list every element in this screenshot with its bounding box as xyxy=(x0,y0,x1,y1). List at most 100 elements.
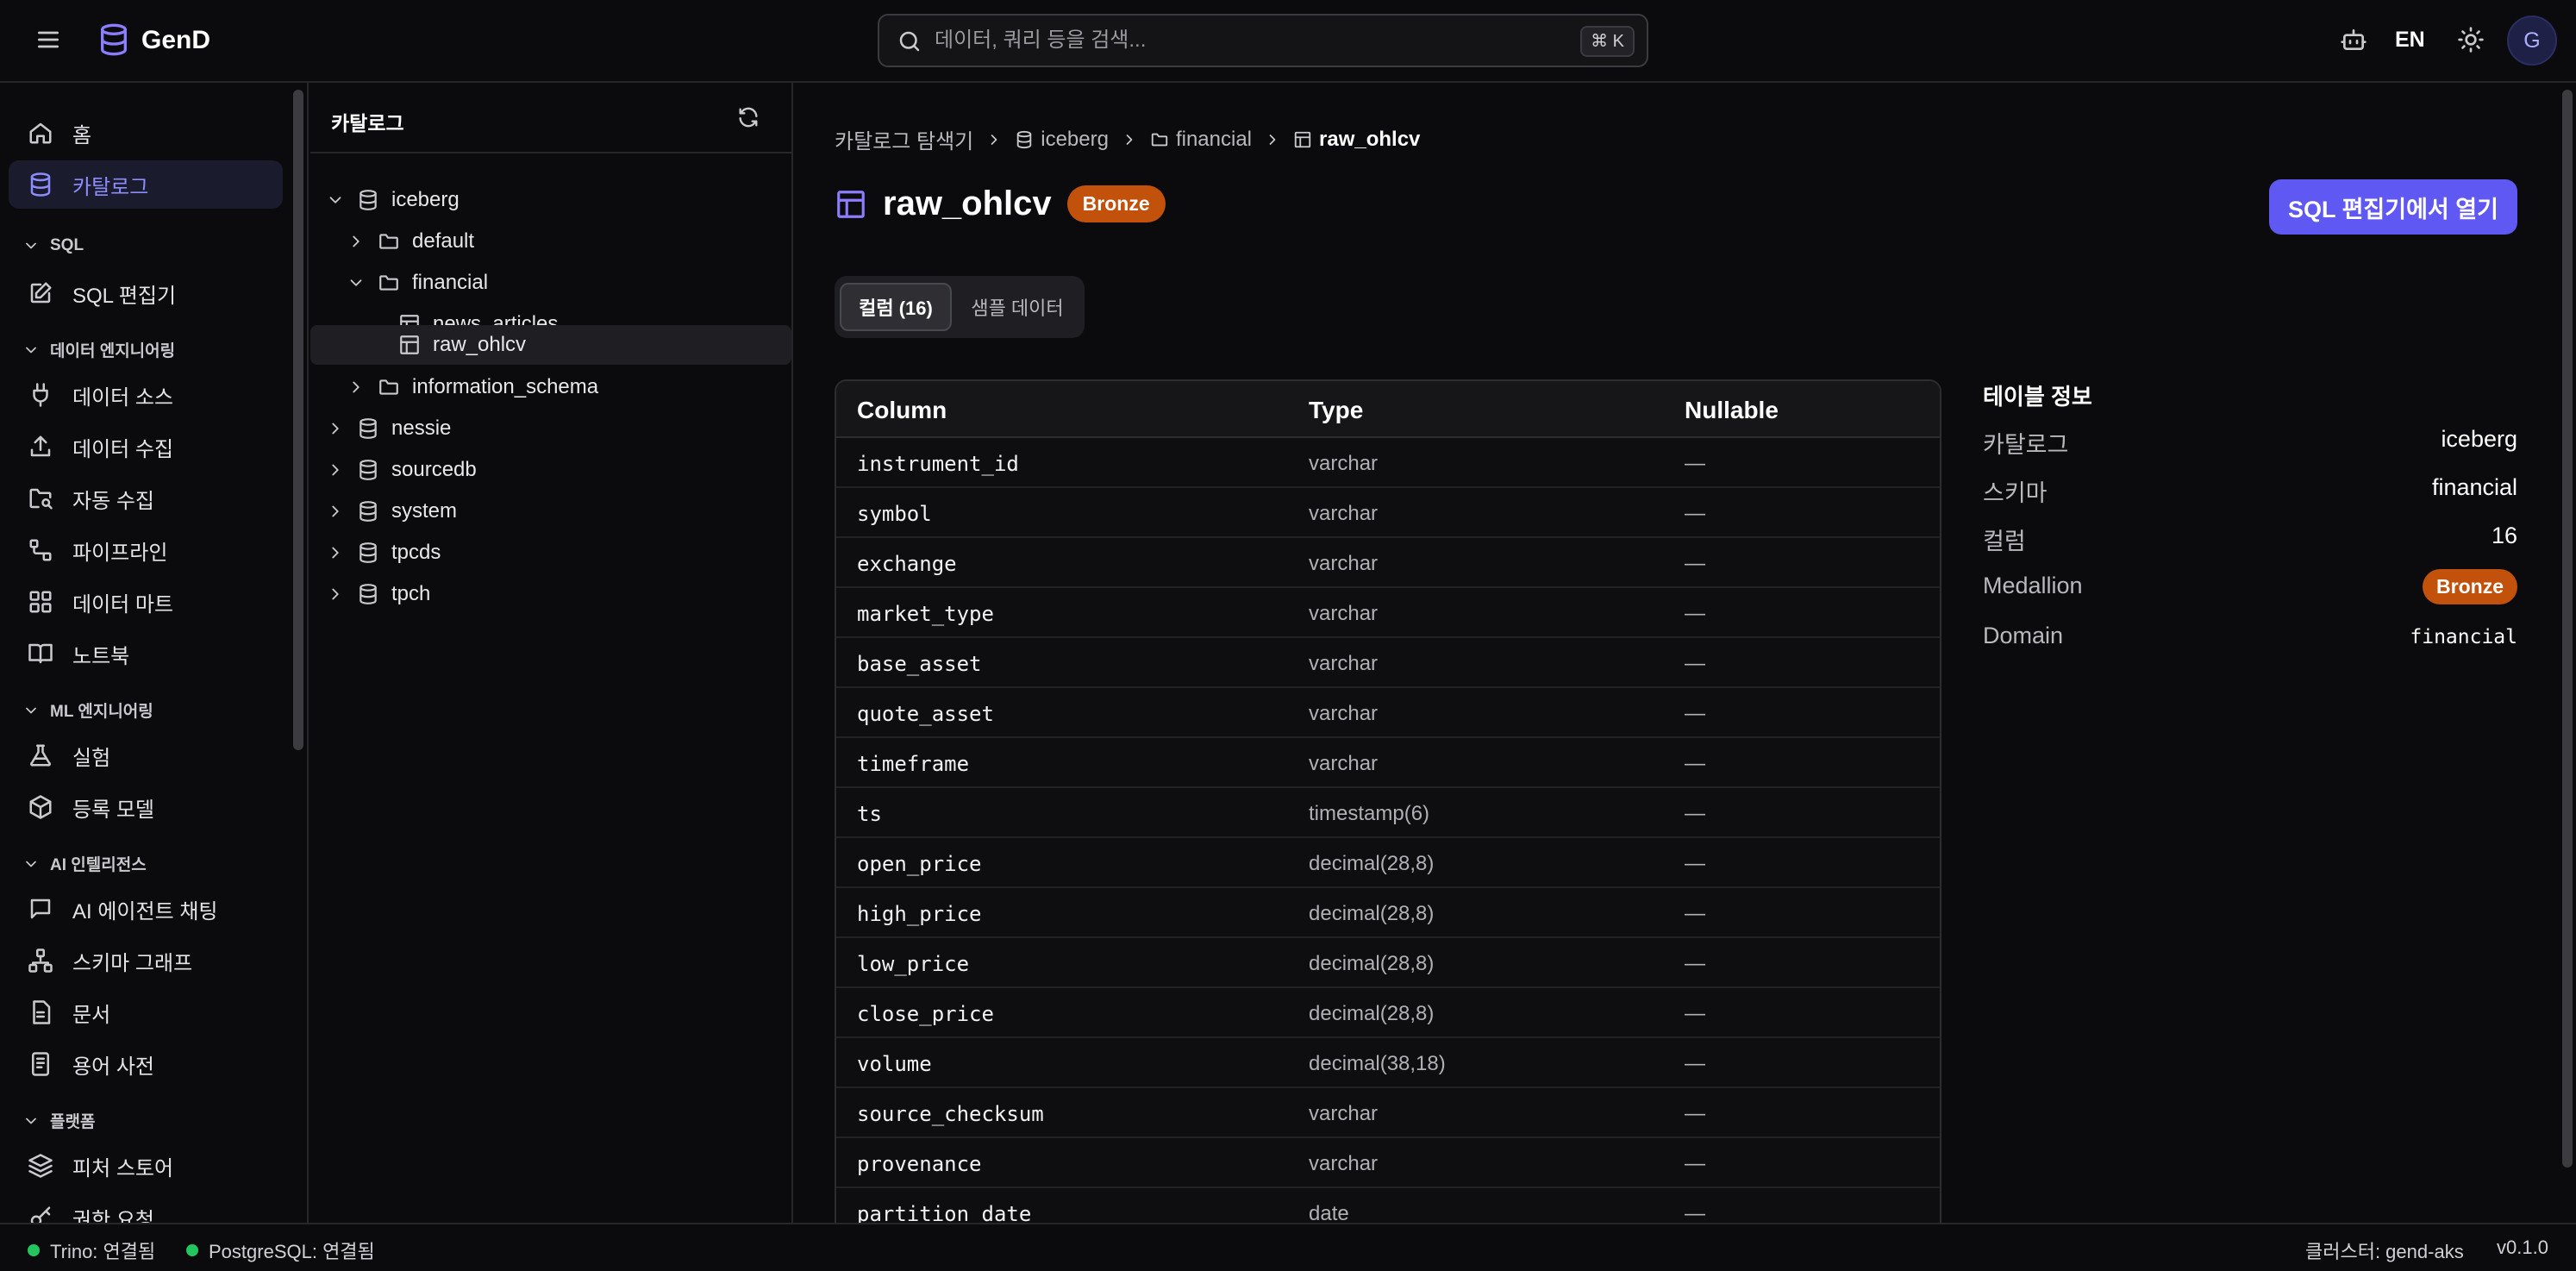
sidebar-scrollbar[interactable] xyxy=(293,90,303,750)
chevron-right-icon[interactable] xyxy=(326,585,345,604)
sidebar-item-feature-store[interactable]: 피처 스토어 xyxy=(9,1142,283,1190)
main-content: 카탈로그 탐색기 iceberg financial raw_ohlcv raw… xyxy=(795,83,2576,1223)
section-sql[interactable]: SQL xyxy=(22,236,84,255)
table-row[interactable]: base_asset varchar — xyxy=(836,638,1940,688)
sidebar-item-catalog[interactable]: 카탈로그 xyxy=(9,160,283,209)
refresh-icon[interactable] xyxy=(736,105,762,131)
tree-node-iceberg[interactable]: iceberg xyxy=(310,180,793,220)
table-row[interactable]: high_price decimal(28,8) — xyxy=(836,888,1940,938)
section-data-engineering[interactable]: 데이터 엔지니어링 xyxy=(22,338,175,361)
sidebar-item-auto-ingest[interactable]: 자동 수집 xyxy=(9,474,283,523)
sidebar-item-sql-editor[interactable]: SQL 편집기 xyxy=(9,269,283,317)
column-name-cell: partition_date xyxy=(857,1202,1032,1223)
sidebar-item-experiments[interactable]: 실험 xyxy=(9,731,283,780)
app-name[interactable]: GenD xyxy=(141,26,210,55)
open-in-sql-editor-button[interactable]: SQL 편집기에서 열기 xyxy=(2269,179,2517,235)
section-platform[interactable]: 플랫폼 xyxy=(22,1109,95,1132)
bot-icon[interactable] xyxy=(2336,22,2371,57)
sidebar-item-data-ingest[interactable]: 데이터 수집 xyxy=(9,423,283,471)
tree-node-system[interactable]: system xyxy=(310,491,793,531)
tree-node-sourcedb[interactable]: sourcedb xyxy=(310,450,793,490)
table-row[interactable]: source_checksum varchar — xyxy=(836,1088,1940,1138)
table-row[interactable]: exchange varchar — xyxy=(836,538,1940,588)
column-name-cell: open_price xyxy=(857,852,982,876)
sidebar-item-home[interactable]: 홈 xyxy=(9,109,283,157)
tree-node-nessie[interactable]: nessie xyxy=(310,409,793,448)
table-row[interactable]: provenance varchar — xyxy=(836,1138,1940,1188)
sidebar-item-schema-graph[interactable]: 스키마 그래프 xyxy=(9,936,283,985)
table-row[interactable]: timeframe varchar — xyxy=(836,738,1940,788)
sidebar-item-label: 데이터 소스 xyxy=(72,385,174,410)
tree-node-financial[interactable]: financial xyxy=(310,263,793,303)
tree-node-default[interactable]: default xyxy=(310,222,793,261)
chevron-right-icon[interactable] xyxy=(326,502,345,521)
medallion-badge: Bronze xyxy=(2423,569,2517,604)
sidebar-item-registered-models[interactable]: 등록 모델 xyxy=(9,783,283,831)
sidebar-item-documents[interactable]: 문서 xyxy=(9,988,283,1036)
column-name-cell: high_price xyxy=(857,902,982,926)
sidebar-item-label: 노트북 xyxy=(72,644,130,668)
tab-sample-data[interactable]: 샘플 데이터 xyxy=(957,283,1078,331)
chevron-right-icon[interactable] xyxy=(347,378,366,397)
menu-icon[interactable] xyxy=(34,26,62,53)
table-row[interactable]: quote_asset varchar — xyxy=(836,688,1940,738)
table-row[interactable]: ts timestamp(6) — xyxy=(836,788,1940,838)
tree-node-tpch[interactable]: tpch xyxy=(310,574,793,614)
table-row[interactable]: partition_date date — xyxy=(836,1188,1940,1223)
tab-columns[interactable]: 컬럼 (16) xyxy=(840,283,952,331)
table-row[interactable]: symbol varchar — xyxy=(836,488,1940,538)
flask-icon xyxy=(30,744,51,767)
chevron-right-icon[interactable] xyxy=(326,419,345,438)
breadcrumb-item-catalog[interactable]: iceberg xyxy=(1041,128,1109,152)
table-row[interactable]: market_type varchar — xyxy=(836,588,1940,638)
table-row[interactable]: open_price decimal(28,8) — xyxy=(836,838,1940,888)
sidebar-item-access-request[interactable]: 권한 요청 xyxy=(9,1193,283,1223)
column-type-cell: decimal(28,8) xyxy=(1309,852,1435,875)
sidebar-item-data-mart[interactable]: 데이터 마트 xyxy=(9,578,283,626)
sidebar-item-label: 홈 xyxy=(72,123,92,147)
chevron-down-icon[interactable] xyxy=(347,273,366,292)
info-row-medallion: Medallion Bronze xyxy=(1983,569,2517,604)
main-scrollbar[interactable] xyxy=(2562,90,2573,1168)
sidebar-item-label: 카탈로그 xyxy=(72,175,149,199)
graph-icon xyxy=(28,949,53,973)
chevron-right-icon[interactable] xyxy=(326,543,345,562)
avatar[interactable]: G xyxy=(2507,16,2557,66)
table-row[interactable]: volume decimal(38,18) — xyxy=(836,1038,1940,1088)
language-toggle[interactable]: EN xyxy=(2395,28,2425,53)
column-nullable-cell: — xyxy=(1685,1152,1705,1175)
column-name-cell: instrument_id xyxy=(857,452,1019,476)
chevron-right-icon[interactable] xyxy=(326,460,345,479)
section-ml-engineering[interactable]: ML 엔지니어링 xyxy=(22,698,153,722)
sidebar-item-ai-chat[interactable]: AI 에이전트 채팅 xyxy=(9,885,283,933)
section-ai-intelligence[interactable]: AI 인텔리전스 xyxy=(22,852,147,875)
database-icon xyxy=(360,542,377,563)
catalog-tree-title: 카탈로그 xyxy=(331,112,404,135)
table-row[interactable]: low_price decimal(28,8) — xyxy=(836,938,1940,988)
sidebar-item-label: 등록 모델 xyxy=(72,798,154,822)
title-row: raw_ohlcv Bronze xyxy=(835,185,1166,223)
tree-node-raw-ohlcv[interactable]: raw_ohlcv xyxy=(310,325,791,365)
table-row[interactable]: close_price decimal(28,8) — xyxy=(836,988,1940,1038)
breadcrumb: 카탈로그 탐색기 iceberg financial raw_ohlcv xyxy=(835,124,1420,154)
tree-node-tpcds[interactable]: tpcds xyxy=(310,533,793,573)
search-bar[interactable]: ⌘ K xyxy=(878,14,1648,67)
tree-node-information-schema[interactable]: information_schema xyxy=(310,367,793,407)
columns-table: Column Type Nullable instrument_id varcha… xyxy=(835,379,1941,1223)
sun-icon[interactable] xyxy=(2454,22,2488,57)
breadcrumb-item-explorer[interactable]: 카탈로그 탐색기 xyxy=(835,124,973,154)
sidebar-item-glossary[interactable]: 용어 사전 xyxy=(9,1040,283,1088)
breadcrumb-item-schema[interactable]: financial xyxy=(1176,128,1252,152)
table-row[interactable]: instrument_id varchar — xyxy=(836,438,1940,488)
chevron-right-icon[interactable] xyxy=(347,232,366,251)
sidebar-item-pipeline[interactable]: 파이프라인 xyxy=(9,526,283,574)
info-row-schema: 스키마 financial xyxy=(1983,471,2517,506)
chevron-down-icon[interactable] xyxy=(326,191,345,210)
sidebar-item-data-source[interactable]: 데이터 소스 xyxy=(9,371,283,419)
sidebar-item-label: 데이터 수집 xyxy=(72,437,174,461)
plug-icon xyxy=(33,383,48,407)
search-input[interactable] xyxy=(935,16,1538,66)
sidebar-item-notebook[interactable]: 노트북 xyxy=(9,629,283,678)
database-icon xyxy=(360,501,377,522)
column-name-cell: timeframe xyxy=(857,752,970,776)
